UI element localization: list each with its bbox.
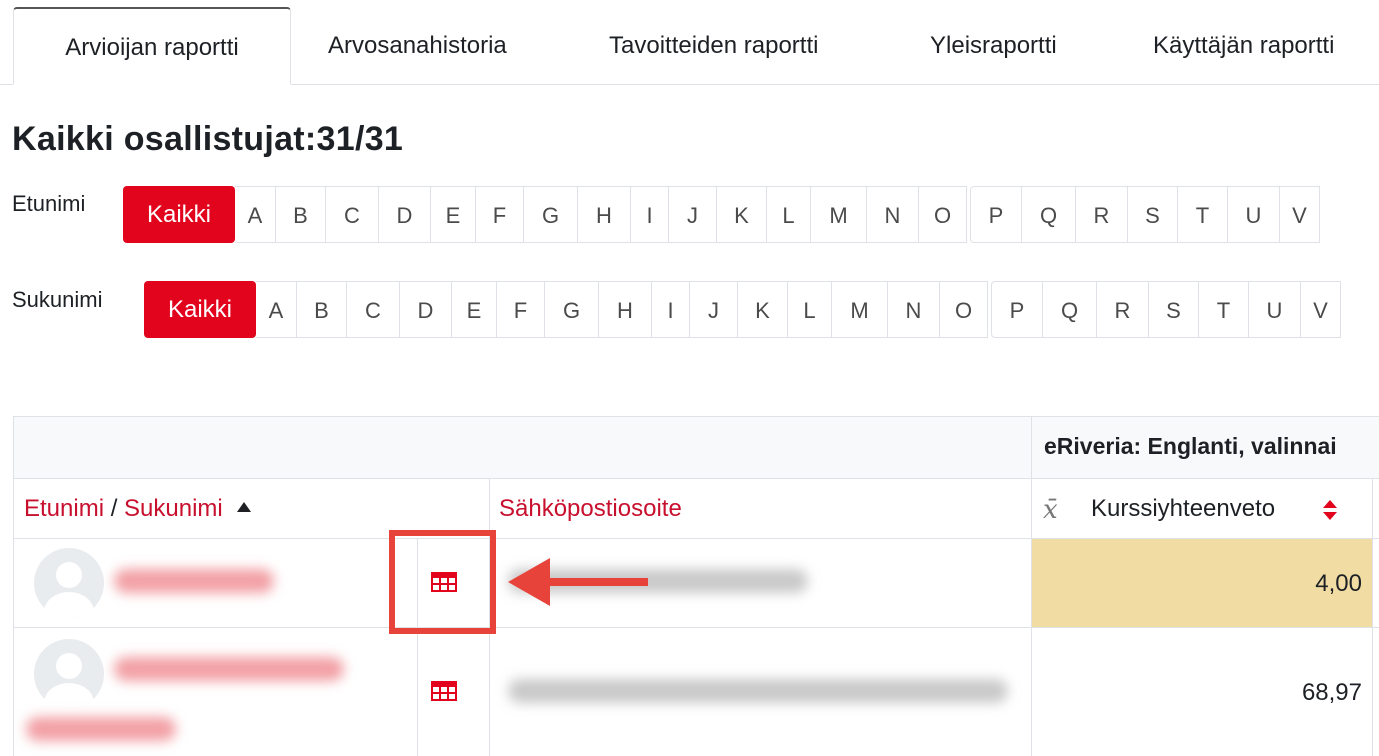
lastname-letter-l[interactable]: L [788,281,832,338]
firstname-letter-l[interactable]: L [767,186,811,243]
course-total-value: 68,97 [1301,679,1362,706]
sort-toggle-icon[interactable] [1322,499,1338,521]
lastname-letter-p[interactable]: P [991,281,1043,338]
lastname-letter-r[interactable]: R [1097,281,1149,338]
firstname-letter-j[interactable]: J [669,186,717,243]
page-title: Kaikki osallistujat:31/31 [12,120,404,158]
annotation-highlight-box [389,530,496,634]
email-redacted [508,679,1008,703]
firstname-letter-g[interactable]: G [524,186,578,243]
firstname-letter-h[interactable]: H [578,186,631,243]
lastname-letter-d[interactable]: D [400,281,452,338]
sort-lastname-link[interactable]: Sukunimi [124,495,223,522]
lastname-letter-e[interactable]: E [452,281,497,338]
tab-grader-report[interactable]: Arvioijan raportti [13,7,291,85]
lastname-letter-a[interactable]: A [256,281,297,338]
firstname-letter-i[interactable]: I [631,186,669,243]
user-avatar[interactable] [34,548,104,618]
firstname-filter-label: Etunimi [12,191,86,216]
lastname-letter-v[interactable]: V [1301,281,1341,338]
firstname-letter-q[interactable]: Q [1022,186,1076,243]
firstname-all-button[interactable]: Kaikki [123,186,235,243]
sort-name-header: Etunimi / Sukunimi [24,495,252,523]
firstname-letter-b[interactable]: B [276,186,326,243]
annotation-arrow-icon [508,558,648,606]
single-view-icon[interactable] [431,681,457,701]
firstname-letter-p[interactable]: P [970,186,1022,243]
firstname-letter-r[interactable]: R [1076,186,1128,243]
firstname-letter-e[interactable]: E [431,186,476,243]
lastname-letter-q[interactable]: Q [1043,281,1097,338]
course-total-header[interactable]: Kurssiyhteenveto [1091,495,1275,523]
firstname-letter-o[interactable]: O [919,186,967,243]
firstname-letter-a[interactable]: A [235,186,276,243]
lastname-letter-u[interactable]: U [1249,281,1301,338]
tab-user-report[interactable]: Käyttäjän raportti [1153,8,1334,84]
user-name-redacted[interactable] [114,657,344,681]
lastname-letter-m[interactable]: M [832,281,888,338]
firstname-letter-s[interactable]: S [1128,186,1178,243]
sort-ascending-icon [237,502,252,512]
firstname-initials-bar: Kaikki ABCDEFGHIJKLMNOPQRSTUV [123,186,1320,243]
lastname-all-button[interactable]: Kaikki [144,281,256,338]
lastname-letter-g[interactable]: G [545,281,599,338]
firstname-letter-c[interactable]: C [326,186,379,243]
lastname-initials-bar: Kaikki ABCDEFGHIJKLMNOPQRSTUV [144,281,1341,338]
lastname-letter-k[interactable]: K [738,281,788,338]
user-avatar[interactable] [34,639,104,709]
lastname-letter-j[interactable]: J [690,281,738,338]
lastname-letter-t[interactable]: T [1199,281,1249,338]
tab-overview-report[interactable]: Yleisraportti [930,8,1057,84]
tab-grade-history[interactable]: Arvosanahistoria [328,8,507,84]
lastname-letter-c[interactable]: C [347,281,400,338]
lastname-letter-h[interactable]: H [599,281,652,338]
lastname-letter-i[interactable]: I [652,281,690,338]
lastname-filter-label: Sukunimi [12,287,103,312]
firstname-letter-k[interactable]: K [717,186,767,243]
lastname-letter-s[interactable]: S [1149,281,1199,338]
firstname-letter-n[interactable]: N [867,186,919,243]
lastname-letter-b[interactable]: B [297,281,347,338]
category-header: eRiveria: Englanti, valinnai [1044,433,1337,459]
sort-email-link[interactable]: Sähköpostiosoite [499,495,682,523]
firstname-letter-t[interactable]: T [1178,186,1228,243]
firstname-letter-m[interactable]: M [811,186,867,243]
user-name-redacted[interactable] [26,717,176,741]
sort-firstname-link[interactable]: Etunimi [24,495,104,522]
lastname-letter-n[interactable]: N [888,281,940,338]
user-name-redacted[interactable] [114,569,274,593]
lastname-letter-o[interactable]: O [940,281,988,338]
mean-icon: x̄ [1043,495,1058,525]
tab-outcomes-report[interactable]: Tavoitteiden raportti [609,8,818,84]
report-tabs: Arvioijan raportti Arvosanahistoria Tavo… [0,0,1379,85]
course-total-value: 4,00 [1315,570,1362,597]
lastname-letter-f[interactable]: F [497,281,545,338]
firstname-letter-f[interactable]: F [476,186,524,243]
firstname-letter-u[interactable]: U [1228,186,1280,243]
grader-table: eRiveria: Englanti, valinnai Etunimi / S… [13,416,1379,756]
name-separator: / [104,495,125,522]
firstname-letter-d[interactable]: D [379,186,431,243]
firstname-letter-v[interactable]: V [1280,186,1320,243]
